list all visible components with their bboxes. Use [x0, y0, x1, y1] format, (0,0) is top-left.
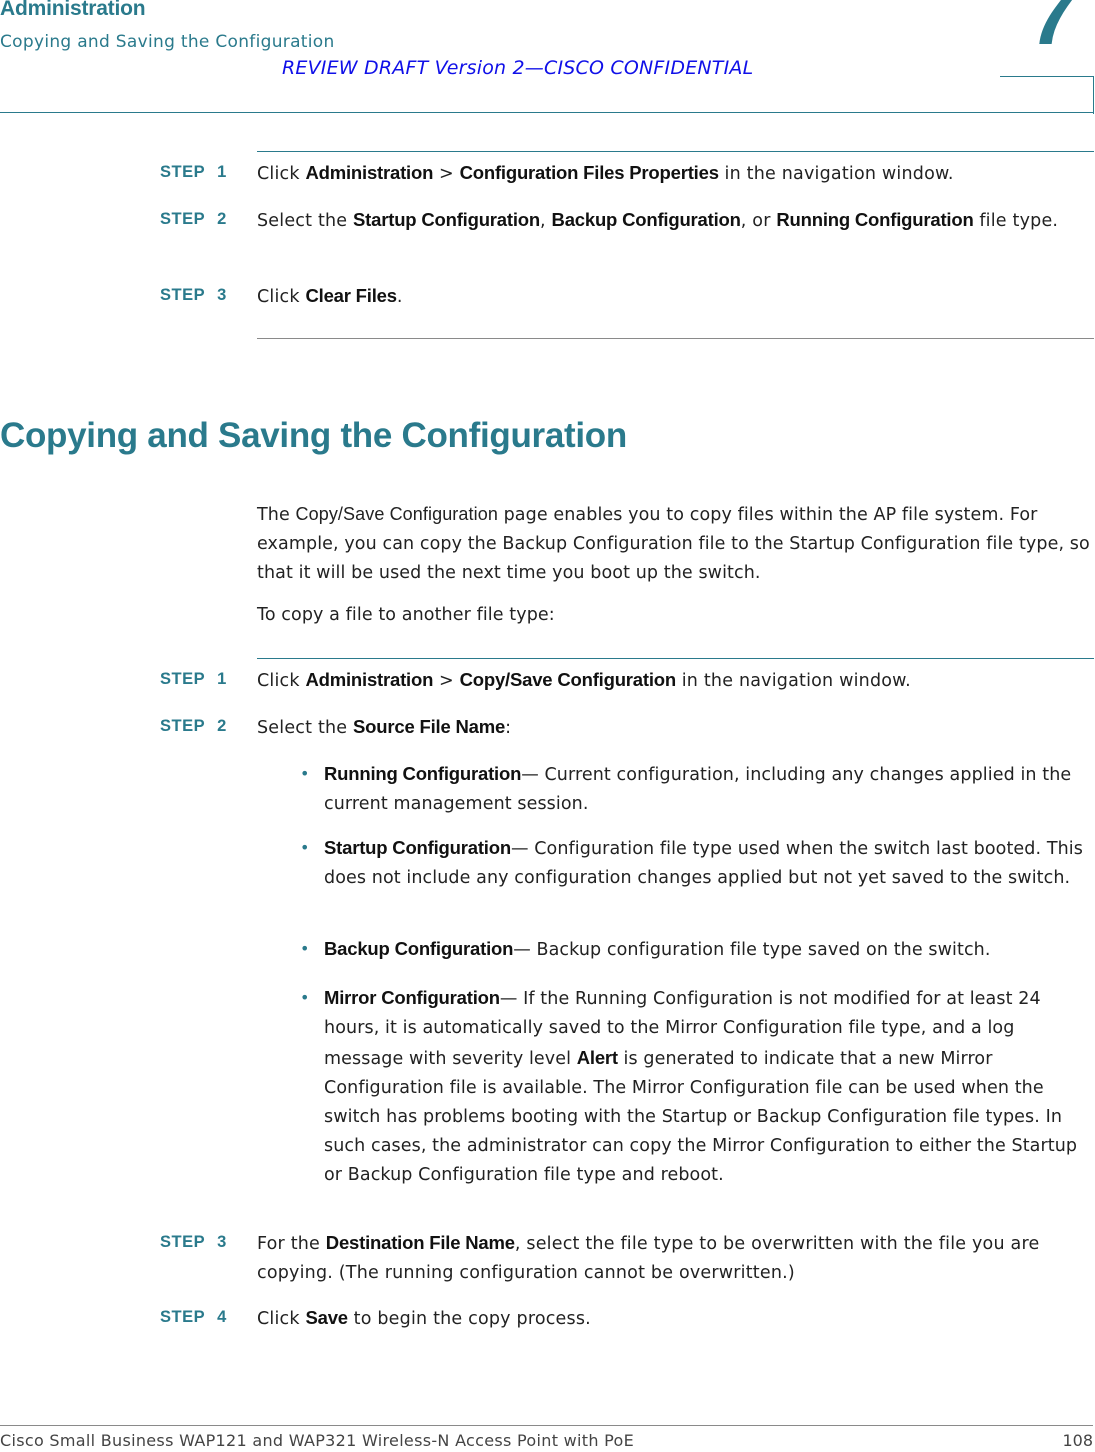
text-run: The: [257, 505, 296, 525]
text-run: .: [396, 287, 403, 307]
ui-term: Alert: [576, 1047, 618, 1068]
ui-term: Running Configuration: [776, 209, 974, 230]
step-label: STEP 3: [160, 1228, 227, 1257]
step-label: STEP 2: [160, 205, 227, 234]
chapter-number: 7: [1024, 0, 1083, 63]
text-run: in the navigation window.: [718, 164, 954, 184]
ui-term: Startup Configuration: [324, 837, 511, 858]
step-word: STEP: [160, 1308, 206, 1326]
text-run: in the navigation window.: [675, 671, 911, 691]
copy-steps-top-rule: [257, 658, 1094, 659]
step-text: Click Administration > Copy/Save Configu…: [257, 665, 1095, 696]
text-run: Click: [257, 1309, 306, 1329]
bullet-icon: •: [300, 988, 310, 1007]
ui-term: Destination File Name: [325, 1232, 515, 1253]
step-label: STEP 1: [160, 158, 227, 187]
text-run: Select the: [257, 718, 354, 738]
ui-term: Save: [305, 1307, 348, 1328]
ui-term: Running Configuration: [324, 763, 522, 784]
ui-term: Configuration Files Properties: [459, 162, 719, 183]
text-run: :: [505, 718, 512, 738]
step-label: STEP 4: [160, 1303, 227, 1332]
lead-in-text: To copy a file to another file type:: [257, 605, 555, 625]
ui-term: Startup Configuration: [353, 209, 540, 230]
step-word: STEP: [160, 210, 206, 228]
page-name: Copy/Save Configuration: [295, 504, 498, 524]
text-run: For the: [257, 1234, 326, 1254]
step-word: STEP: [160, 670, 206, 688]
step-word: STEP: [160, 286, 206, 304]
step-number: 2: [217, 210, 227, 228]
ui-term: Administration: [305, 162, 434, 183]
text-run: Click: [257, 671, 306, 691]
ui-term: Mirror Configuration: [324, 987, 500, 1008]
section-heading: Copying and Saving the Configuration: [0, 416, 627, 455]
ui-term: Administration: [305, 669, 434, 690]
step-number: 2: [217, 717, 227, 735]
option-description: Startup Configuration— Configuration fil…: [324, 833, 1095, 893]
option-description: Backup Configuration— Backup configurati…: [324, 934, 1095, 965]
ui-term: Clear Files: [305, 285, 397, 306]
step-text: Click Administration > Configuration Fil…: [257, 158, 1095, 189]
step-text: For the Destination File Name, select th…: [257, 1228, 1095, 1288]
step-number: 4: [217, 1308, 227, 1326]
footer-product-name: Cisco Small Business WAP121 and WAP321 W…: [0, 1431, 635, 1450]
ui-term: Backup Configuration: [551, 209, 741, 230]
text-run: file type.: [973, 211, 1059, 231]
bullet-icon: •: [300, 939, 310, 958]
step-text: Select the Source File Name:: [257, 712, 1095, 743]
chapter-tab-box: [1000, 76, 1094, 114]
text-run: , or: [740, 211, 777, 231]
page-number: 108: [1062, 1431, 1093, 1450]
step-number: 1: [217, 163, 227, 181]
review-draft-notice: REVIEW DRAFT Version 2—CISCO CONFIDENTIA…: [282, 57, 754, 79]
bullet-icon: •: [300, 838, 310, 857]
steps-bottom-rule: [257, 338, 1094, 339]
text-run: — Backup configuration file type saved o…: [513, 940, 991, 960]
option-description: Mirror Configuration— If the Running Con…: [324, 983, 1095, 1190]
bullet-icon: •: [300, 764, 310, 783]
text-run: >: [433, 671, 460, 691]
step-number: 3: [217, 1233, 227, 1251]
text-run: Select the: [257, 211, 354, 231]
text-run: Click: [257, 164, 306, 184]
step-text: Click Clear Files.: [257, 281, 1095, 312]
step-word: STEP: [160, 1233, 206, 1251]
text-run: is generated to indicate that a new Mirr…: [324, 1049, 1078, 1185]
footer-rule: [0, 1425, 1093, 1426]
text-run: ,: [540, 211, 552, 231]
text-run: Click: [257, 287, 306, 307]
running-section-title: Copying and Saving the Configuration: [0, 32, 335, 52]
step-word: STEP: [160, 717, 206, 735]
ui-term: Copy/Save Configuration: [459, 669, 677, 690]
step-label: STEP 3: [160, 281, 227, 310]
intro-paragraph: The Copy/Save Configuration page enables…: [257, 500, 1095, 588]
step-label: STEP 2: [160, 712, 227, 741]
step-number: 3: [217, 286, 227, 304]
step-number: 1: [217, 670, 227, 688]
text-run: >: [433, 164, 460, 184]
steps-top-rule: [257, 151, 1094, 152]
step-text: Click Save to begin the copy process.: [257, 1303, 1095, 1334]
step-label: STEP 1: [160, 665, 227, 694]
header-rule: [0, 112, 1093, 113]
step-word: STEP: [160, 163, 206, 181]
ui-term: Backup Configuration: [324, 938, 514, 959]
ui-term: Source File Name: [353, 716, 506, 737]
chapter-title: Administration: [0, 0, 146, 20]
step-text: Select the Startup Configuration, Backup…: [257, 205, 1095, 236]
text-run: to begin the copy process.: [347, 1309, 591, 1329]
option-description: Running Configuration— Current configura…: [324, 759, 1095, 819]
